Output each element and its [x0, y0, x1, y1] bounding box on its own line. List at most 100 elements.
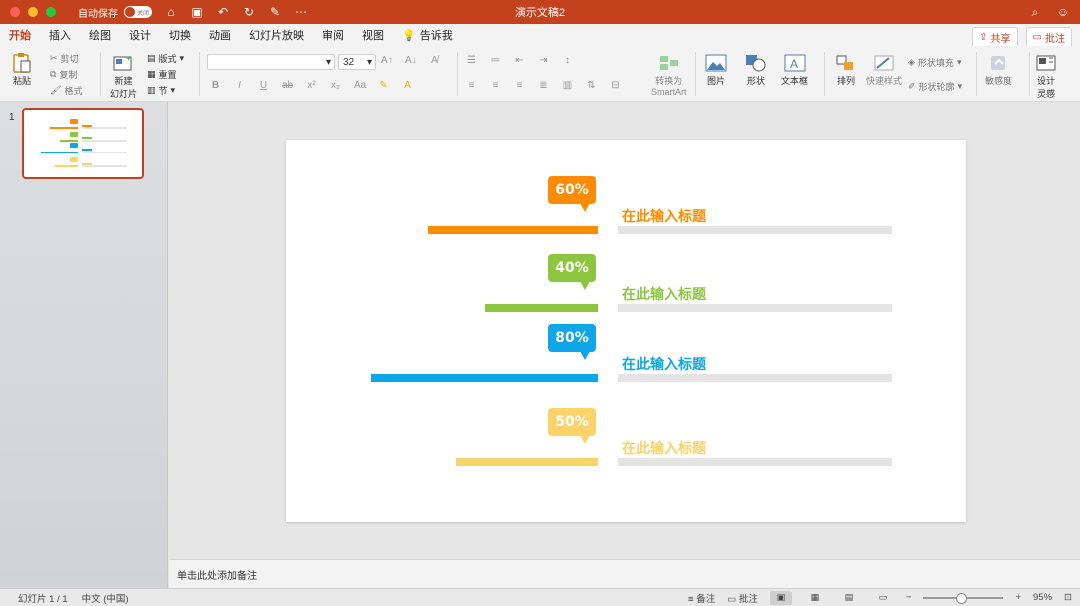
tab-slideshow[interactable]: 幻灯片放映: [249, 24, 304, 46]
fit-slide-icon[interactable]: ⊡: [1064, 592, 1072, 603]
cut-button[interactable]: ✂ 剪切: [50, 52, 79, 65]
thumbnail-bar: [55, 165, 79, 167]
copy-button[interactable]: ⧉ 复制: [50, 68, 77, 81]
tab-transitions[interactable]: 切换: [169, 24, 191, 46]
comments-toggle[interactable]: ▭ 批注: [727, 591, 758, 605]
undo-icon[interactable]: ↶: [216, 5, 230, 19]
new-slide-button[interactable]: + 新建 幻灯片: [110, 52, 137, 100]
normal-view-button[interactable]: ▣: [769, 590, 792, 605]
decrease-indent-icon[interactable]: ⇤: [514, 55, 525, 66]
row-title[interactable]: 在此输入标题: [622, 438, 706, 458]
numbering-icon[interactable]: ≔: [490, 55, 501, 66]
tab-animations[interactable]: 动画: [209, 24, 231, 46]
zoom-window-button[interactable]: [46, 7, 56, 17]
underline-icon[interactable]: U: [258, 80, 269, 91]
slide[interactable]: 60% 在此输入标题 40% 在此输入标题 80% 在此输入标题 50% 在此输入标题: [286, 140, 966, 522]
search-icon[interactable]: ⌕: [1028, 5, 1042, 19]
italic-icon[interactable]: I: [234, 80, 245, 91]
percent-bubble[interactable]: 50%: [548, 408, 596, 444]
section-button[interactable]: ▥ 节 ▾: [147, 84, 175, 97]
account-icon[interactable]: ☺: [1056, 5, 1070, 19]
slideshow-button[interactable]: ▭: [872, 591, 894, 605]
redo-icon[interactable]: ↻: [242, 5, 256, 19]
minimize-window-button[interactable]: [28, 7, 38, 17]
zoom-level[interactable]: 95%: [1033, 592, 1052, 603]
notes-toggle[interactable]: ≡ 备注: [688, 591, 715, 605]
save-icon[interactable]: ▣: [190, 5, 204, 19]
progress-bar[interactable]: [485, 304, 598, 312]
shrink-font-icon[interactable]: A↓: [405, 55, 417, 66]
row-title[interactable]: 在此输入标题: [622, 206, 706, 226]
zoom-slider[interactable]: [923, 592, 1004, 604]
slide-thumbnail[interactable]: [22, 108, 144, 179]
tell-me[interactable]: 💡 告诉我: [402, 24, 453, 46]
title-underline-bar[interactable]: [618, 458, 892, 466]
line-spacing-icon[interactable]: ↕: [562, 55, 573, 66]
reset-button[interactable]: ▦ 重置: [147, 68, 177, 81]
title-underline-bar[interactable]: [618, 304, 892, 312]
progress-bar[interactable]: [428, 226, 598, 234]
notes-pane[interactable]: 单击此处添加备注: [169, 559, 1080, 588]
shape-fill-button[interactable]: ◈ 形状填充 ▾: [908, 56, 961, 69]
highlight-icon[interactable]: ✎: [378, 80, 389, 91]
increase-indent-icon[interactable]: ⇥: [538, 55, 549, 66]
percent-bubble[interactable]: 40%: [548, 254, 596, 290]
font-family-select[interactable]: ▾: [207, 54, 335, 70]
format-painter-button[interactable]: 🖌 格式: [50, 84, 82, 97]
grow-font-icon[interactable]: A↑: [381, 55, 393, 66]
picture-button[interactable]: 图片: [704, 52, 728, 87]
textbox-button[interactable]: A 文本框: [781, 52, 808, 87]
text-direction-icon[interactable]: ⇅: [586, 80, 597, 91]
tab-view[interactable]: 视图: [362, 24, 384, 46]
share-button[interactable]: ⇪ 共享: [972, 27, 1018, 48]
comments-button[interactable]: ▭ 批注: [1025, 27, 1072, 48]
paste-button[interactable]: 粘贴: [10, 52, 34, 87]
font-size-select[interactable]: 32 ▾: [338, 54, 376, 70]
bold-icon[interactable]: B: [210, 80, 221, 91]
shape-button[interactable]: 形状: [744, 52, 768, 87]
row-title[interactable]: 在此输入标题: [622, 354, 706, 374]
more-icon[interactable]: ⋯: [294, 5, 308, 19]
tab-insert[interactable]: 插入: [49, 24, 71, 46]
tab-design[interactable]: 设计: [129, 24, 151, 46]
sensitivity-button[interactable]: 敏感度: [985, 52, 1012, 87]
arrange-button[interactable]: 排列: [834, 52, 858, 87]
change-case-icon[interactable]: Aa: [354, 80, 366, 91]
progress-bar[interactable]: [456, 458, 598, 466]
autosave-toggle[interactable]: 关闭: [124, 6, 152, 18]
bullets-icon[interactable]: ☰: [466, 55, 477, 66]
edit-icon[interactable]: ✎: [268, 5, 282, 19]
tab-draw[interactable]: 绘图: [89, 24, 111, 46]
designer-button[interactable]: 设计 灵感: [1034, 52, 1058, 100]
align-left-icon[interactable]: ≡: [466, 80, 477, 91]
font-color-icon[interactable]: A: [402, 80, 413, 91]
tab-home[interactable]: 开始: [9, 24, 31, 48]
percent-bubble[interactable]: 60%: [548, 176, 596, 212]
layout-button[interactable]: ▤ 版式 ▾: [147, 52, 184, 65]
justify-icon[interactable]: ≣: [538, 80, 549, 91]
clear-format-icon[interactable]: A̸: [429, 55, 440, 66]
close-window-button[interactable]: [10, 7, 20, 17]
zoom-in-button[interactable]: +: [1015, 592, 1021, 603]
reading-view-button[interactable]: ▤: [838, 591, 860, 605]
zoom-out-button[interactable]: −: [906, 592, 912, 603]
columns-icon[interactable]: ▥: [562, 80, 573, 91]
row-title[interactable]: 在此输入标题: [622, 284, 706, 304]
progress-bar[interactable]: [371, 374, 598, 382]
slide-sorter-button[interactable]: ▦: [804, 591, 826, 605]
strikethrough-icon[interactable]: ab: [282, 80, 293, 91]
tab-review[interactable]: 审阅: [322, 24, 344, 46]
convert-smartart-button[interactable]: 转换为 SmartArt: [651, 52, 687, 97]
shape-outline-button[interactable]: ✐ 形状轮廓 ▾: [908, 80, 962, 93]
title-underline-bar[interactable]: [618, 374, 892, 382]
align-text-icon[interactable]: ⊟: [610, 80, 621, 91]
align-right-icon[interactable]: ≡: [514, 80, 525, 91]
title-underline-bar[interactable]: [618, 226, 892, 234]
superscript-icon[interactable]: x²: [306, 80, 317, 91]
home-icon[interactable]: ⌂: [164, 5, 178, 19]
quick-styles-button[interactable]: 快速样式: [866, 52, 902, 87]
language[interactable]: 中文 (中国): [82, 591, 129, 605]
align-center-icon[interactable]: ≡: [490, 80, 501, 91]
percent-bubble[interactable]: 80%: [548, 324, 596, 360]
subscript-icon[interactable]: x₂: [330, 80, 341, 91]
